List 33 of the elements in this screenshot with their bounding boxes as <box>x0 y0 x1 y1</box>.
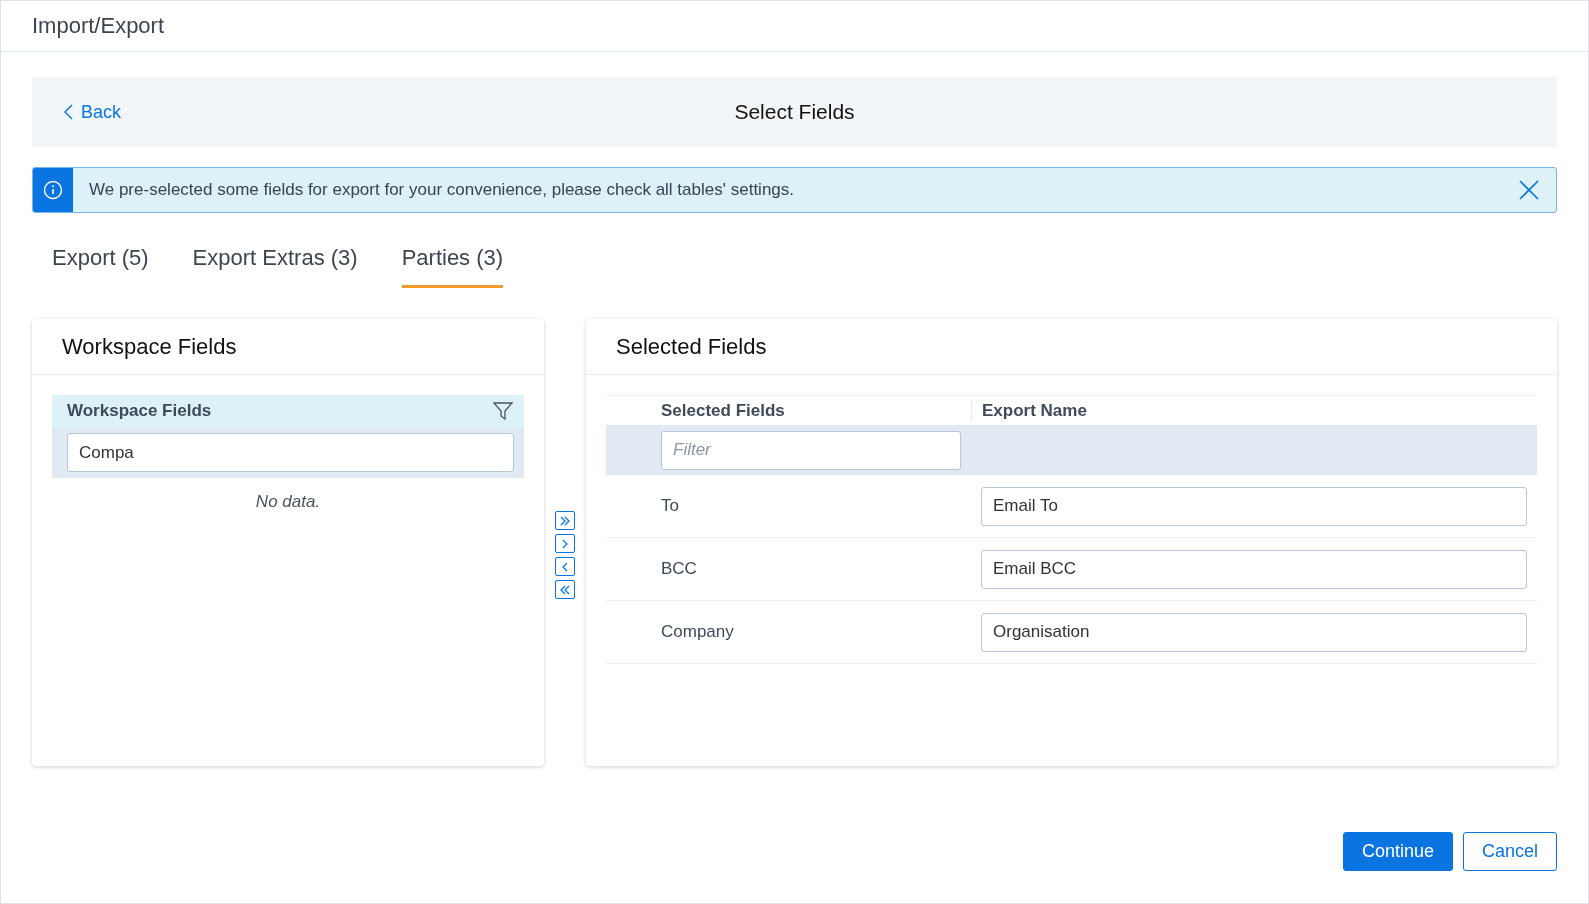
field-name: Company <box>661 622 734 642</box>
info-message: We pre-selected some fields for export for your convenience, please check all tables' settings. <box>88 180 795 200</box>
export-name-input[interactable]: Organisation <box>981 612 1527 652</box>
move-all-left-button[interactable] <box>555 580 575 599</box>
field-name: BCC <box>661 559 697 579</box>
column-header: Selected Fields <box>661 400 785 421</box>
filter-input[interactable]: Compa <box>67 433 514 472</box>
move-left-button[interactable] <box>555 557 575 576</box>
window-title: Import/Export <box>32 13 165 39</box>
chevron-left-icon <box>64 104 73 120</box>
page-title: Select Fields <box>734 100 855 124</box>
tab[interactable]: Parties (3) <box>401 243 504 288</box>
empty-message: No data. <box>254 492 322 512</box>
move-right-button[interactable] <box>555 534 575 553</box>
close-button[interactable] <box>1518 179 1540 201</box>
move-all-right-button[interactable] <box>555 511 575 530</box>
column-title: Workspace Fields <box>67 401 212 421</box>
back-link[interactable]: Back <box>64 101 122 123</box>
card-title: Workspace Fields <box>62 333 237 360</box>
filter-input[interactable]: Filter <box>661 430 961 470</box>
export-name-input[interactable]: Email BCC <box>981 549 1527 589</box>
tab[interactable]: Export (5) <box>52 243 149 288</box>
column-header: Export Name <box>982 400 1087 421</box>
info-icon <box>43 180 63 200</box>
card-title: Selected Fields <box>616 333 767 360</box>
tab[interactable]: Export Extras (3) <box>192 243 358 288</box>
continue-button[interactable]: Continue <box>1342 832 1453 871</box>
double-chevron-icon <box>559 514 571 527</box>
cancel-button[interactable]: Cancel <box>1462 832 1557 871</box>
double-chevron-icon <box>559 583 571 596</box>
export-name-input[interactable]: Email To <box>981 486 1527 526</box>
field-name: To <box>661 496 679 516</box>
filter-icon[interactable] <box>492 400 514 422</box>
